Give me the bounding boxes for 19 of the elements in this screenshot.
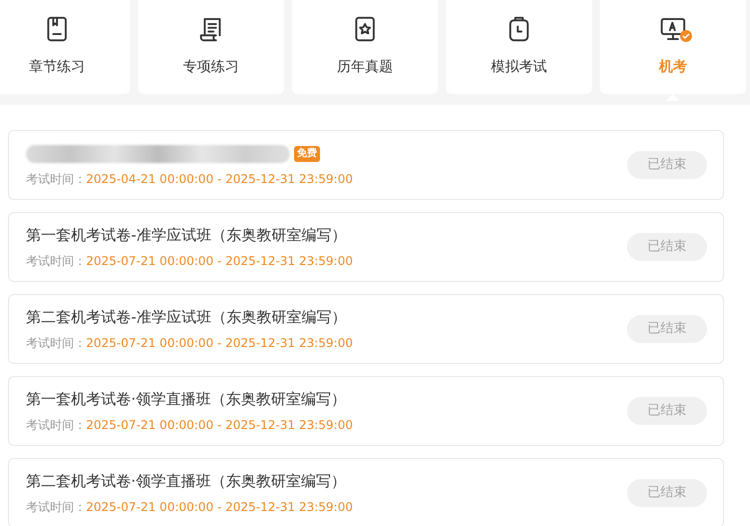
exam-time: 2025-07-21 00:00:00 - 2025-12-31 23:59:00: [86, 416, 353, 434]
category-tab[interactable]: 历年真题: [292, 0, 438, 94]
time-label: 考试时间：: [26, 416, 86, 434]
exam-title: 第二套机考试卷-准学应试班（东奥教研室编写）: [26, 307, 346, 328]
time-label: 考试时间：: [26, 334, 86, 352]
exam-title: 第一套机考试卷-准学应试班（东奥教研室编写）: [26, 225, 346, 246]
exam-time: 2025-04-21 00:00:00 - 2025-12-31 23:59:00: [86, 170, 353, 188]
category-tab[interactable]: 章节练习: [0, 0, 130, 94]
time-label: 考试时间：: [26, 252, 86, 270]
time-label: 考试时间：: [26, 170, 86, 188]
category-tab[interactable]: 模拟考试: [446, 0, 592, 94]
exam-title: 第二套机考试卷·领学直播班（东奥教研室编写）: [26, 471, 346, 492]
exam-time: 2025-07-21 00:00:00 - 2025-12-31 23:59:00: [86, 334, 353, 352]
time-label: 考试时间：: [26, 498, 86, 516]
category-tab[interactable]: 专项练习: [138, 0, 284, 94]
exam-time: 2025-07-21 00:00:00 - 2025-12-31 23:59:00: [86, 498, 353, 516]
free-badge: 免费: [294, 146, 320, 162]
exam-title: 第一套机考试卷·领学直播班（东奥教研室编写）: [26, 389, 346, 410]
exam-time: 2025-07-21 00:00:00 - 2025-12-31 23:59:00: [86, 252, 353, 270]
